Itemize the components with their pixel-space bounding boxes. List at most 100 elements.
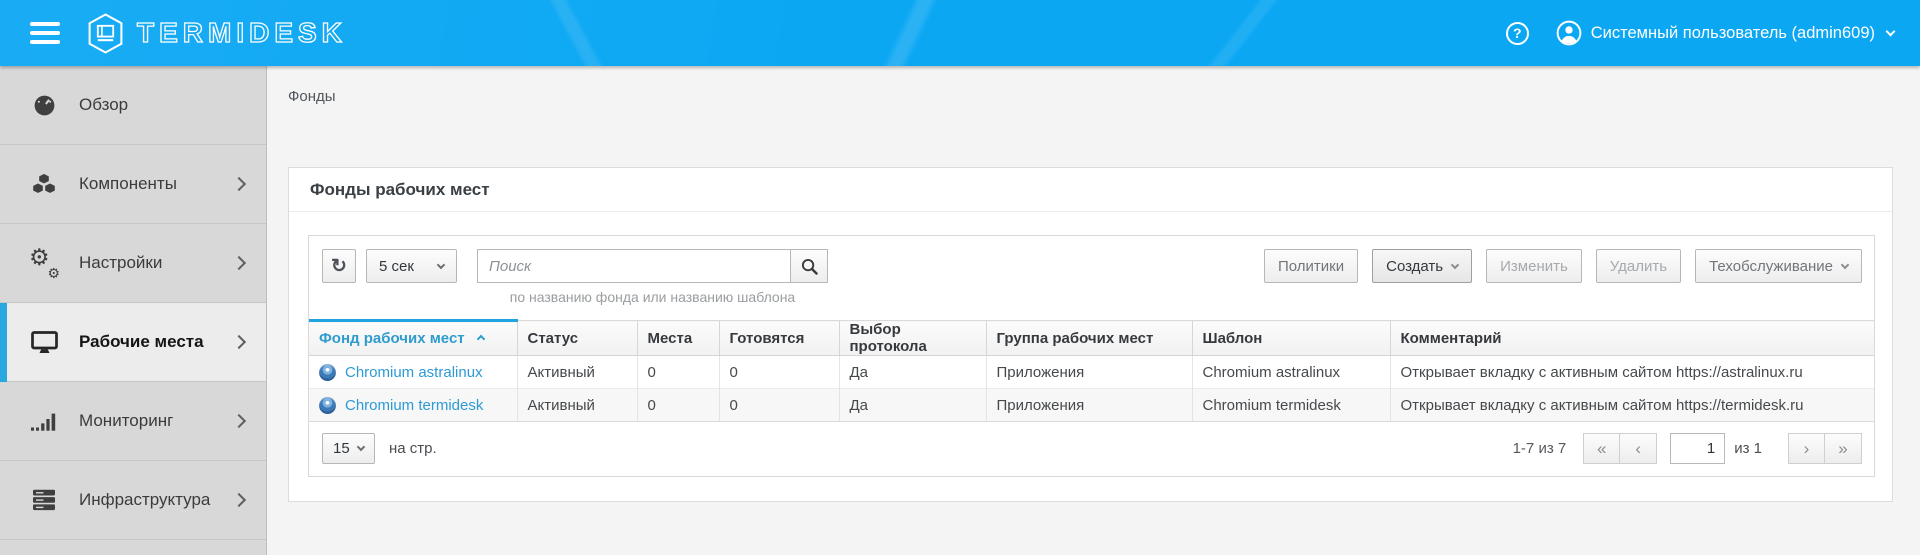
sidebar-item-workplaces[interactable]: Рабочие места (0, 303, 266, 382)
chevron-down-icon (1451, 260, 1459, 268)
sort-asc-icon (477, 335, 485, 343)
cubes-icon (30, 172, 58, 196)
pools-grid: ↻ 5 сек (308, 235, 1875, 477)
search-input[interactable] (477, 249, 790, 283)
total-pages-label: из 1 (1734, 440, 1762, 457)
cell-pool: Chromium termidesk (309, 389, 517, 422)
paginate-prev-icon: ‹ (1635, 439, 1641, 459)
brand-logo: TERMIDESK (87, 13, 347, 54)
cell-preparing: 0 (719, 389, 839, 422)
sidebar-item-label: Компоненты (79, 174, 177, 194)
cell-protocol: Да (839, 389, 986, 422)
cell-group: Приложения (986, 389, 1192, 422)
table-header-row: Фонд рабочих мест Статус Места Готовятся… (309, 321, 1874, 356)
cell-group: Приложения (986, 356, 1192, 389)
chevron-right-icon (232, 256, 246, 270)
search-button[interactable] (790, 249, 828, 283)
sidebar-item-components[interactable]: Компоненты (0, 145, 266, 224)
page-size-select[interactable]: 15 (322, 433, 375, 464)
chevron-right-icon (232, 493, 246, 507)
delete-button[interactable]: Удалить (1596, 249, 1681, 283)
sidebar-item-label: Мониторинг (79, 411, 173, 431)
chevron-right-icon (232, 414, 246, 428)
cell-protocol: Да (839, 356, 986, 389)
hamburger-menu-icon[interactable] (30, 22, 60, 44)
chevron-down-icon (437, 260, 445, 268)
table-row[interactable]: Chromium astralinux Активный 0 0 Да Прил… (309, 356, 1874, 389)
column-header-protocol[interactable]: Выбор протокола (839, 321, 986, 356)
column-header-status[interactable]: Статус (517, 321, 637, 356)
cell-comment: Открывает вкладку с активным сайтом http… (1390, 356, 1874, 389)
chevron-right-icon (232, 335, 246, 349)
chevron-down-icon (1886, 26, 1896, 36)
refresh-button[interactable]: ↻ (322, 249, 356, 283)
sidebar-item-label: Настройки (79, 253, 162, 273)
cell-seats: 0 (637, 356, 719, 389)
user-avatar-icon (1556, 20, 1582, 46)
refresh-interval-select[interactable]: 5 сек (366, 249, 457, 283)
pool-link[interactable]: Chromium astralinux (345, 364, 483, 381)
column-header-comment[interactable]: Комментарий (1390, 321, 1874, 356)
pool-link[interactable]: Chromium termidesk (345, 397, 483, 414)
cell-status: Активный (517, 356, 637, 389)
user-menu[interactable]: Системный пользователь (admin609) (1556, 20, 1894, 46)
current-page-input[interactable] (1670, 433, 1725, 464)
help-icon[interactable]: ? (1506, 22, 1529, 45)
paginate-first-icon: « (1597, 439, 1606, 459)
create-button[interactable]: Создать (1372, 249, 1472, 283)
refresh-icon: ↻ (331, 255, 347, 278)
chevron-down-icon (1841, 260, 1849, 268)
range-label: 1-7 из 7 (1513, 440, 1567, 457)
page-size-value: 15 (333, 440, 350, 457)
cell-pool: Chromium astralinux (309, 356, 517, 389)
breadcrumb: Фонды (288, 88, 1893, 106)
gauge-icon (30, 93, 58, 118)
server-icon (30, 489, 58, 511)
refresh-interval-value: 5 сек (379, 258, 414, 275)
cell-status: Активный (517, 389, 637, 422)
sidebar-item-overview[interactable]: Обзор (0, 66, 266, 145)
sidebar-item-label: Рабочие места (79, 332, 204, 352)
column-header-group[interactable]: Группа рабочих мест (986, 321, 1192, 356)
chevron-down-icon (357, 443, 365, 451)
cell-preparing: 0 (719, 356, 839, 389)
policies-button[interactable]: Политики (1264, 249, 1358, 283)
next-page-button[interactable]: › (1788, 433, 1825, 464)
chromium-icon (319, 364, 336, 381)
column-header-preparing[interactable]: Готовятся (719, 321, 839, 356)
sidebar-item-label: Инфраструктура (79, 490, 210, 510)
top-bar: TERMIDESK ? Системный пользователь (admi… (0, 0, 1920, 66)
column-header-template[interactable]: Шаблон (1192, 321, 1390, 356)
maintenance-button[interactable]: Техобслуживание (1695, 249, 1862, 283)
content-area: Фонды Фонды рабочих мест ↻ 5 сек (267, 66, 1920, 555)
page-title: Фонды рабочих мест (289, 168, 1892, 212)
user-name-label: Системный пользователь (admin609) (1591, 24, 1875, 43)
sidebar: Обзор Компоненты ⚙ ⚙ (0, 66, 267, 555)
last-page-button[interactable]: » (1825, 433, 1862, 464)
cell-seats: 0 (637, 389, 719, 422)
gears-icon: ⚙ ⚙ (30, 250, 58, 276)
monitor-icon (30, 331, 58, 354)
paginate-last-icon: » (1838, 439, 1847, 459)
pools-card: Фонды рабочих мест ↻ 5 сек (288, 167, 1893, 502)
grid-toolbar: ↻ 5 сек (309, 236, 1874, 307)
search-hint: по названию фонда или названию шаблона (477, 289, 828, 305)
table-row[interactable]: Chromium termidesk Активный 0 0 Да Прило… (309, 389, 1874, 422)
column-header-seats[interactable]: Места (637, 321, 719, 356)
cell-template: Chromium astralinux (1192, 356, 1390, 389)
hexagon-monitor-logo-icon (87, 13, 124, 54)
paginate-next-icon: › (1804, 439, 1810, 459)
column-header-pool[interactable]: Фонд рабочих мест (309, 321, 517, 356)
pools-table: Фонд рабочих мест Статус Места Готовятся… (309, 319, 1874, 422)
grid-footer: 15 на стр. 1-7 из 7 « ‹ (309, 422, 1874, 476)
sidebar-item-infrastructure[interactable]: Инфраструктура (0, 461, 266, 540)
chromium-icon (319, 397, 336, 414)
per-page-label: на стр. (389, 440, 437, 457)
sidebar-item-settings[interactable]: ⚙ ⚙ Настройки (0, 224, 266, 303)
sidebar-item-monitoring[interactable]: Мониторинг (0, 382, 266, 461)
prev-page-button[interactable]: ‹ (1620, 433, 1657, 464)
brand-name: TERMIDESK (137, 17, 347, 49)
first-page-button[interactable]: « (1583, 433, 1620, 464)
edit-button[interactable]: Изменить (1486, 249, 1582, 283)
chart-bars-icon (30, 411, 58, 431)
